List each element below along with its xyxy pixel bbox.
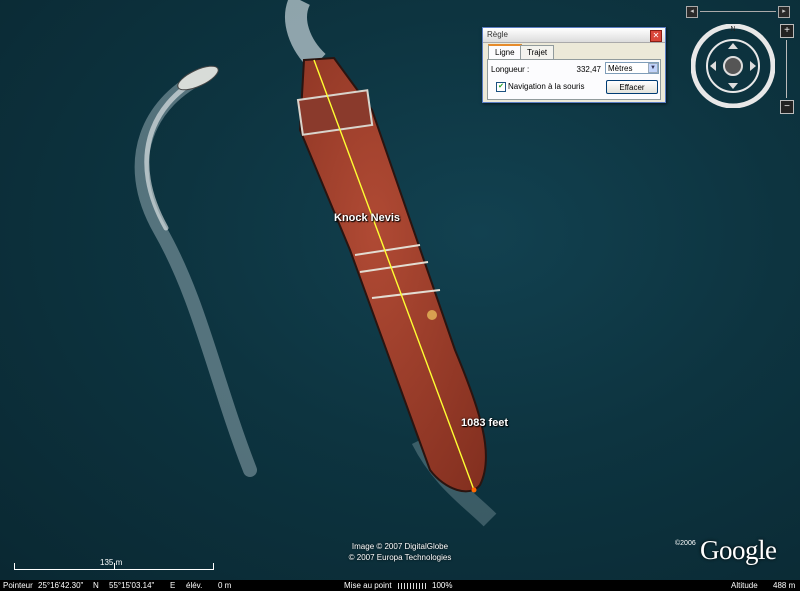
pointer-longitude: 55°15'03.14" <box>109 581 155 590</box>
ruler-dialog: Règle ✕ Ligne Trajet Longueur : 332,47 M… <box>482 27 666 103</box>
tilt-strip[interactable]: ◂ ▸ <box>686 6 790 18</box>
tug-wake-foam <box>144 75 203 231</box>
tab-trajet[interactable]: Trajet <box>520 45 555 59</box>
close-icon[interactable]: ✕ <box>650 30 662 42</box>
length-value: 332,47 <box>576 65 601 74</box>
elevation-label: élév. <box>186 581 203 590</box>
clear-button[interactable]: Effacer <box>606 80 658 94</box>
zoom-control[interactable]: + − <box>780 24 794 114</box>
dialog-title: Règle <box>483 28 665 43</box>
zoom-out-button[interactable]: − <box>780 100 794 114</box>
pan-down-icon <box>728 83 738 89</box>
satellite-imagery <box>134 0 497 527</box>
tilt-left-icon[interactable]: ◂ <box>686 6 698 18</box>
data-credit: © 2007 Europa Technologies <box>348 553 452 562</box>
google-logo: Google <box>700 535 777 565</box>
longitude-hemisphere: E <box>170 581 176 590</box>
copyright-year: ©2006 <box>675 540 696 547</box>
deck-hatch <box>427 310 437 320</box>
unit-select-value: Mètres <box>608 64 633 73</box>
north-indicator: N <box>730 26 735 33</box>
elevation-value: 0 m <box>218 581 232 590</box>
tab-ligne[interactable]: Ligne <box>488 44 522 60</box>
stream-percent: 100% <box>432 581 453 590</box>
navigation-compass[interactable]: N <box>691 24 775 108</box>
pointer-latitude: 25°16'42.30" <box>38 581 84 590</box>
altitude-value: 488 m <box>773 581 796 590</box>
measure-length-label: 1083 feet <box>461 417 509 429</box>
altitude-label: Altitude <box>731 581 758 590</box>
length-label: Longueur : <box>491 65 530 74</box>
imagery-credit: Image © 2007 DigitalGlobe <box>351 542 449 551</box>
pan-up-icon <box>728 43 738 49</box>
stream-label: Mise au point <box>344 581 392 590</box>
pointer-label: Pointeur <box>3 581 33 590</box>
scale-tick-end <box>213 563 214 570</box>
pan-right-icon <box>750 61 756 71</box>
scale-label: 135 m <box>100 558 123 567</box>
measure-end-point <box>471 487 477 493</box>
map-viewport[interactable]: Knock Nevis 1083 feet Image © 2007 Digit… <box>0 0 800 580</box>
tilt-track[interactable] <box>700 11 776 12</box>
mouse-nav-label: Navigation à la souris <box>508 82 585 91</box>
zoom-in-button[interactable]: + <box>780 24 794 38</box>
ship-name-label: Knock Nevis <box>334 212 401 224</box>
measure-line <box>313 59 475 491</box>
zoom-slider[interactable] <box>786 40 787 98</box>
streaming-progress-bar <box>398 583 428 589</box>
unit-select[interactable]: Mètres ▼ <box>605 62 659 74</box>
pan-left-icon <box>710 61 716 71</box>
latitude-hemisphere: N <box>93 581 99 590</box>
chevron-down-icon[interactable]: ▼ <box>648 63 658 73</box>
tug-wake <box>134 68 257 477</box>
tilt-right-icon[interactable]: ▸ <box>778 6 790 18</box>
mouse-nav-checkbox[interactable]: ✔ <box>496 82 506 92</box>
ruler-panel: Longueur : 332,47 Mètres ▼ ✔ Navigation … <box>487 59 661 100</box>
scale-tick-start <box>14 563 15 570</box>
stern-wake <box>285 0 326 70</box>
tug-boat <box>177 65 219 91</box>
status-bar: Pointeur 25°16'42.30" N 55°15'03.14" E é… <box>0 580 800 591</box>
imagery-credits: Image © 2007 DigitalGlobe © 2007 Europa … <box>300 541 500 563</box>
